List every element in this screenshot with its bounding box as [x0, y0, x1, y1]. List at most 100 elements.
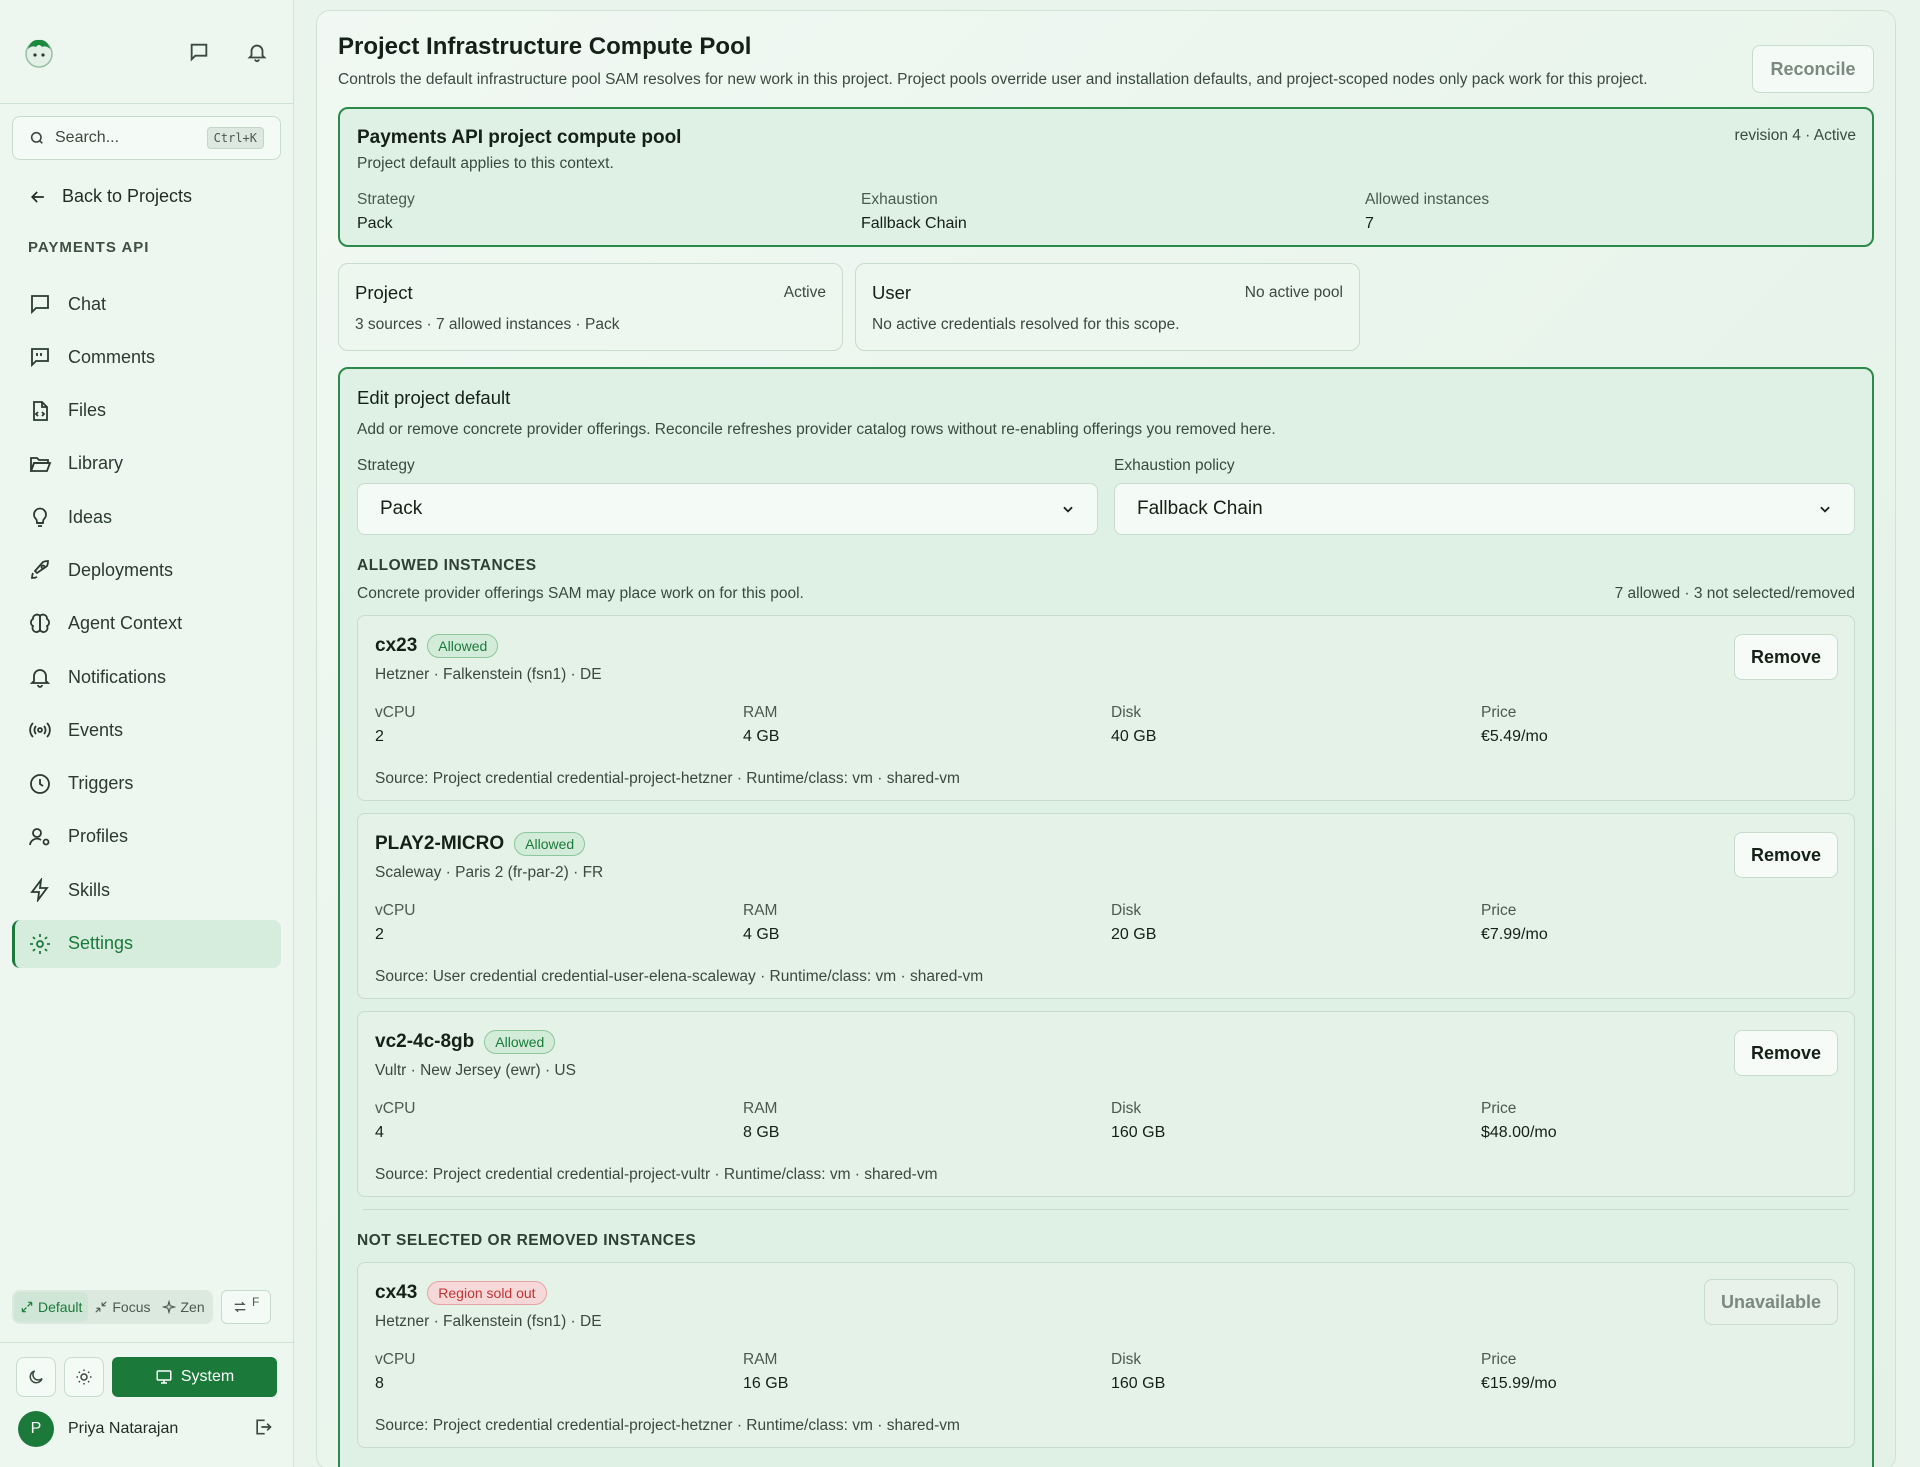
sidebar-item-profiles[interactable]: Profiles: [12, 813, 281, 861]
sun-icon: [76, 1369, 92, 1385]
layout-default-label: Default: [38, 1299, 83, 1315]
sidebar-item-comments[interactable]: Comments: [12, 333, 281, 381]
sidebar-item-label: Comments: [68, 346, 156, 367]
scope-description: 3 sources · 7 allowed instances · Pack: [355, 316, 620, 333]
chevron-down-icon: [1063, 506, 1073, 513]
spec-value: 4 GB: [743, 728, 780, 745]
remove-button[interactable]: Remove: [1733, 1030, 1838, 1076]
field-value: Fallback Chain: [861, 215, 967, 232]
remove-button[interactable]: Remove: [1733, 634, 1838, 680]
layout-toggle-button[interactable]: F: [220, 1290, 271, 1324]
main-panel: Project Infrastructure Compute Pool Cont…: [316, 10, 1896, 1467]
layout-zen-button[interactable]: Zen: [156, 1292, 210, 1322]
swap-icon: [234, 1301, 246, 1313]
spec-vcpu: vCPU 4: [375, 1100, 743, 1142]
spec-disk: Disk 160 GB: [1111, 1100, 1481, 1142]
sidebar-item-library[interactable]: Library: [12, 440, 281, 488]
layout-zen-label: Zen: [180, 1299, 205, 1315]
spec-key: RAM: [743, 902, 778, 919]
instance-source: Source: Project credential credential-pr…: [375, 1166, 938, 1183]
collapse-icon: [95, 1301, 108, 1313]
exhaustion-select[interactable]: Fallback Chain: [1114, 483, 1855, 535]
unavailable-button[interactable]: Unavailable: [1703, 1279, 1838, 1325]
exhaustion-value: Fallback Chain: [1137, 498, 1263, 519]
spec-key: RAM: [743, 704, 778, 721]
sidebar-item-notifications[interactable]: Notifications: [12, 653, 281, 701]
spec-value: 2: [375, 728, 384, 745]
bell-icon[interactable]: [243, 38, 271, 66]
scope-card-project[interactable]: Project Active 3 sources · 7 allowed ins…: [338, 263, 843, 351]
scope-state: No active pool: [1244, 284, 1343, 301]
theme-light-button[interactable]: [64, 1357, 104, 1397]
active-pool-card: Payments API project compute pool Projec…: [338, 107, 1874, 247]
instance-card: cx43 Region sold out Hetzner · Falkenste…: [357, 1262, 1855, 1448]
spec-vcpu: vCPU 2: [375, 704, 743, 746]
sidebar-item-settings[interactable]: Settings: [12, 919, 281, 968]
pool-field-strategy: Strategy Pack: [357, 191, 861, 233]
sidebar-footer: Default Focus Zen F System P Priya Natar…: [0, 1290, 293, 1467]
field-value: Pack: [357, 215, 393, 232]
monitor-icon: [156, 1370, 172, 1384]
app-logo[interactable]: [22, 35, 56, 69]
user-profile: P Priya Natarajan: [0, 1397, 293, 1467]
reconcile-button[interactable]: Reconcile: [1752, 45, 1874, 93]
spec-key: Price: [1481, 704, 1517, 721]
sidebar-item-label: Settings: [68, 933, 134, 954]
spec-value: 2: [375, 926, 384, 943]
sidebar-item-label: Chat: [68, 293, 107, 314]
remove-button[interactable]: Remove: [1733, 832, 1838, 878]
chat-icon: [31, 295, 49, 315]
scope-cards: Project Active 3 sources · 7 allowed ins…: [338, 263, 1874, 351]
layout-focus-label: Focus: [112, 1299, 151, 1315]
sidebar-item-deployments[interactable]: Deployments: [12, 546, 281, 594]
field-key: Strategy: [357, 191, 415, 208]
avatar[interactable]: P: [18, 1411, 54, 1447]
spec-value: €5.49/mo: [1481, 728, 1548, 745]
sidebar-item-files[interactable]: Files: [12, 387, 281, 435]
spec-price: Price €15.99/mo: [1481, 1351, 1837, 1393]
layout-focus-button[interactable]: Focus: [88, 1292, 156, 1322]
messages-icon[interactable]: [185, 38, 213, 66]
project-label: PAYMENTS API: [28, 239, 150, 256]
spec-value: 8: [375, 1375, 384, 1392]
field-key: Exhaustion: [861, 191, 938, 208]
arrow-left-icon: [30, 190, 44, 203]
edit-project-default-panel: Edit project default Add or remove concr…: [338, 367, 1874, 1467]
gear-icon: [30, 933, 50, 954]
back-to-projects-link[interactable]: Back to Projects: [28, 186, 293, 207]
spec-disk: Disk 20 GB: [1111, 902, 1481, 944]
spec-value: €15.99/mo: [1481, 1375, 1557, 1392]
spec-key: vCPU: [375, 902, 416, 919]
allowed-count: 7 allowed · 3 not selected/removed: [1614, 585, 1855, 602]
status-badge: Allowed: [427, 634, 499, 658]
spec-key: Disk: [1111, 902, 1142, 919]
strategy-select[interactable]: Pack: [357, 483, 1098, 535]
field-value: 7: [1365, 215, 1374, 232]
sparkle-icon: [162, 1300, 177, 1314]
spec-vcpu: vCPU 2: [375, 902, 743, 944]
theme-system-button[interactable]: System: [112, 1357, 277, 1397]
scope-description: No active credentials resolved for this …: [872, 316, 1180, 333]
sidebar-item-triggers[interactable]: Triggers: [12, 760, 281, 808]
theme-system-label: System: [180, 1368, 235, 1385]
expand-icon: [21, 1301, 33, 1313]
sidebar-item-events[interactable]: Events: [12, 706, 281, 754]
spec-key: RAM: [743, 1100, 778, 1117]
sidebar-item-agent-context[interactable]: Agent Context: [12, 600, 281, 648]
not-selected-heading: NOT SELECTED OR REMOVED INSTANCES: [357, 1232, 697, 1249]
sidebar-item-skills[interactable]: Skills: [12, 866, 281, 914]
sidebar-item-chat[interactable]: Chat: [12, 280, 281, 328]
list-scroll-edge: [363, 1209, 1849, 1212]
layout-toggle-key: F: [251, 1295, 260, 1309]
instance-specs: vCPU 2 RAM 4 GB Disk 40 GB Price €5.49/mo: [375, 704, 1837, 746]
scope-card-user[interactable]: User No active pool No active credential…: [855, 263, 1360, 351]
theme-dark-button[interactable]: [16, 1357, 56, 1397]
logout-icon[interactable]: [253, 1417, 273, 1442]
search-input[interactable]: Search... Ctrl+K: [12, 116, 281, 160]
sidebar-item-ideas[interactable]: Ideas: [12, 493, 281, 541]
search-icon: [30, 131, 43, 144]
layout-default-button[interactable]: Default: [14, 1292, 89, 1322]
strategy-label: Strategy: [357, 457, 415, 474]
sidebar-item-label: Profiles: [68, 826, 129, 847]
exhaustion-label: Exhaustion policy: [1114, 457, 1235, 474]
